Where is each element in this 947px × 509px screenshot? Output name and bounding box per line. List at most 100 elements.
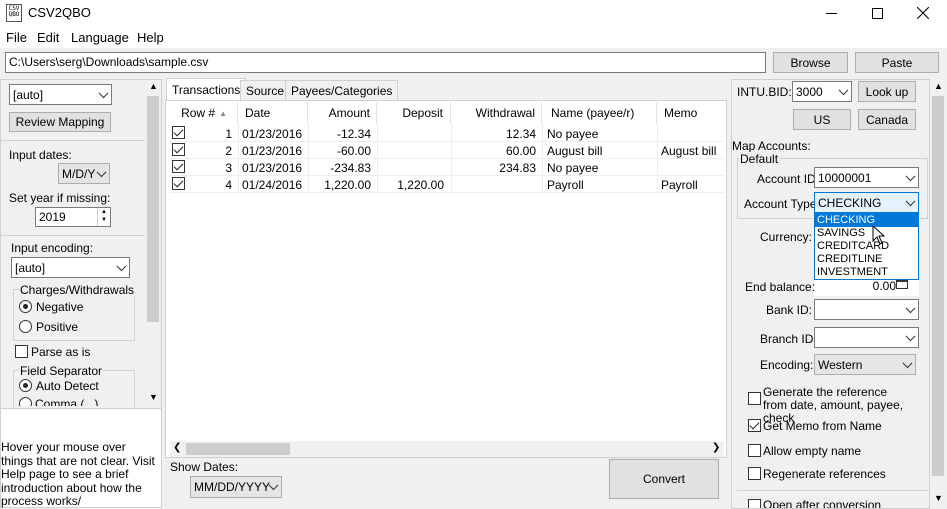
map-accounts-label: Map Accounts: bbox=[732, 139, 811, 153]
maximize-button[interactable] bbox=[854, 0, 900, 26]
mapping-select[interactable]: [auto] bbox=[9, 84, 112, 105]
scroll-left-icon[interactable]: ❮ bbox=[173, 442, 181, 453]
tab-source[interactable]: Source bbox=[240, 80, 291, 100]
scroll-up-icon[interactable]: ▲ bbox=[934, 81, 943, 91]
spin-arrows-icon[interactable]: ▲ ▼ bbox=[97, 208, 110, 226]
cell-amount: 1,220.00 bbox=[324, 177, 371, 192]
cell-row-number: 2 bbox=[225, 143, 232, 158]
show-dates-value: MM/DD/YYYY bbox=[194, 480, 271, 494]
cell-name: Payroll bbox=[547, 177, 584, 192]
regen-refs-checkbox[interactable] bbox=[748, 467, 761, 480]
account-type-option[interactable]: CREDITCARD bbox=[815, 240, 918, 253]
menu-file[interactable]: File bbox=[6, 30, 27, 45]
close-button[interactable] bbox=[900, 0, 946, 26]
tab-transactions[interactable]: Transactions bbox=[166, 78, 247, 101]
review-mapping-button[interactable]: Review Mapping bbox=[9, 112, 111, 132]
show-dates-label: Show Dates: bbox=[170, 460, 239, 474]
cell-date: 01/23/2016 bbox=[242, 143, 303, 158]
regen-refs-label: Regenerate references bbox=[763, 467, 886, 481]
menu-edit[interactable]: Edit bbox=[37, 30, 59, 45]
mouse-cursor-icon bbox=[872, 225, 886, 245]
col-deposit[interactable]: Deposit bbox=[377, 102, 451, 124]
intu-bid-value: 3000 bbox=[796, 84, 823, 99]
account-type-option[interactable]: INVESTMENT bbox=[815, 266, 918, 279]
app-icon: CSV QBO bbox=[6, 4, 22, 22]
date-format-select[interactable]: M/D/Y bbox=[58, 163, 110, 184]
right-scrollbar-thumb[interactable] bbox=[932, 96, 944, 476]
encoding-select[interactable]: Western bbox=[814, 354, 916, 375]
grid-h-scrollbar-thumb[interactable] bbox=[186, 443, 290, 455]
open-after-clip: Open after conversion bbox=[745, 497, 925, 508]
col-name-payee[interactable]: Name (payee/r) bbox=[542, 102, 657, 124]
cell-amount: -12.34 bbox=[336, 126, 371, 141]
column-divider bbox=[451, 124, 452, 192]
positive-radio[interactable] bbox=[19, 320, 32, 333]
col-amount[interactable]: Amount bbox=[308, 102, 377, 124]
file-path-input[interactable]: C:\Users\serg\Downloads\sample.csv bbox=[5, 52, 766, 73]
menu-language[interactable]: Language bbox=[71, 30, 129, 45]
col-date[interactable]: Date bbox=[238, 102, 308, 124]
open-after-checkbox[interactable] bbox=[748, 499, 761, 508]
row-checkbox[interactable] bbox=[172, 177, 185, 190]
cell-date: 01/23/2016 bbox=[242, 160, 303, 175]
chevron-down-icon bbox=[838, 84, 849, 95]
account-type-select[interactable]: CHECKING bbox=[814, 192, 919, 213]
canada-button[interactable]: Canada bbox=[858, 109, 916, 130]
chevron-down-icon bbox=[116, 260, 127, 271]
convert-button[interactable]: Convert bbox=[609, 459, 719, 499]
account-id-value: 10000001 bbox=[818, 170, 872, 185]
lookup-button[interactable]: Look up bbox=[858, 81, 916, 102]
col-row-number[interactable]: Row # ▲ bbox=[170, 102, 238, 124]
row-checkbox[interactable] bbox=[172, 143, 185, 156]
auto-detect-radio[interactable] bbox=[19, 379, 32, 392]
cell-amount: -234.83 bbox=[330, 160, 371, 175]
intu-bid-select[interactable]: 3000 bbox=[792, 81, 852, 102]
col-withdrawal[interactable]: Withdrawal bbox=[451, 102, 542, 124]
browse-button[interactable]: Browse bbox=[773, 52, 848, 73]
column-divider bbox=[238, 124, 239, 192]
scroll-down-icon[interactable]: ▼ bbox=[149, 392, 158, 402]
positive-label: Positive bbox=[36, 320, 79, 334]
us-button[interactable]: US bbox=[793, 109, 851, 130]
menu-help[interactable]: Help bbox=[137, 30, 164, 45]
row-checkbox[interactable] bbox=[172, 126, 185, 139]
account-type-option[interactable]: CREDITLINE bbox=[815, 253, 918, 266]
negative-radio[interactable] bbox=[19, 300, 32, 313]
branch-id-label: Branch ID bbox=[760, 332, 814, 346]
cell-name: No payee bbox=[547, 160, 599, 175]
cell-row-number: 4 bbox=[225, 177, 232, 192]
scroll-down-icon[interactable]: ▼ bbox=[934, 493, 943, 503]
row-checkbox[interactable] bbox=[172, 160, 185, 173]
input-dates-label: Input dates: bbox=[9, 148, 72, 162]
minimize-button[interactable] bbox=[808, 0, 854, 26]
paste-button[interactable]: Paste bbox=[855, 52, 939, 73]
cell-deposit: 1,220.00 bbox=[397, 177, 444, 192]
input-encoding-select[interactable]: [auto] bbox=[11, 257, 130, 278]
scroll-up-icon[interactable]: ▲ bbox=[149, 81, 158, 91]
account-type-option[interactable]: SAVINGS bbox=[815, 227, 918, 240]
comma-radio[interactable] bbox=[19, 397, 32, 406]
minimize-icon bbox=[825, 12, 837, 14]
branch-id-select[interactable] bbox=[814, 327, 919, 348]
auto-detect-label: Auto Detect bbox=[36, 379, 99, 393]
generate-ref-checkbox[interactable] bbox=[748, 392, 761, 405]
divider bbox=[0, 235, 145, 236]
get-memo-checkbox[interactable] bbox=[748, 419, 761, 432]
cell-withdrawal: 12.34 bbox=[505, 126, 536, 141]
parse-as-is-checkbox[interactable] bbox=[15, 345, 28, 358]
col-memo[interactable]: Memo bbox=[657, 102, 724, 124]
scroll-right-icon[interactable]: ❯ bbox=[712, 442, 720, 453]
tab-payees-categories[interactable]: Payees/Categories bbox=[285, 80, 399, 100]
show-dates-select[interactable]: MM/DD/YYYY bbox=[190, 476, 282, 498]
calendar-icon[interactable] bbox=[896, 279, 908, 289]
left-scrollbar-thumb[interactable] bbox=[147, 96, 159, 322]
account-type-dropdown[interactable]: CHECKING SAVINGS CREDITCARD CREDITLINE I… bbox=[814, 213, 919, 280]
encoding-value: Western bbox=[818, 357, 863, 372]
allow-empty-checkbox[interactable] bbox=[748, 444, 761, 457]
account-id-select[interactable]: 10000001 bbox=[814, 167, 919, 188]
col-row-label: Row # bbox=[181, 106, 216, 120]
cell-name: No payee bbox=[547, 126, 599, 141]
bank-id-label: Bank ID: bbox=[766, 303, 813, 317]
bank-id-select[interactable] bbox=[814, 299, 919, 320]
account-type-option[interactable]: CHECKING bbox=[815, 214, 918, 227]
